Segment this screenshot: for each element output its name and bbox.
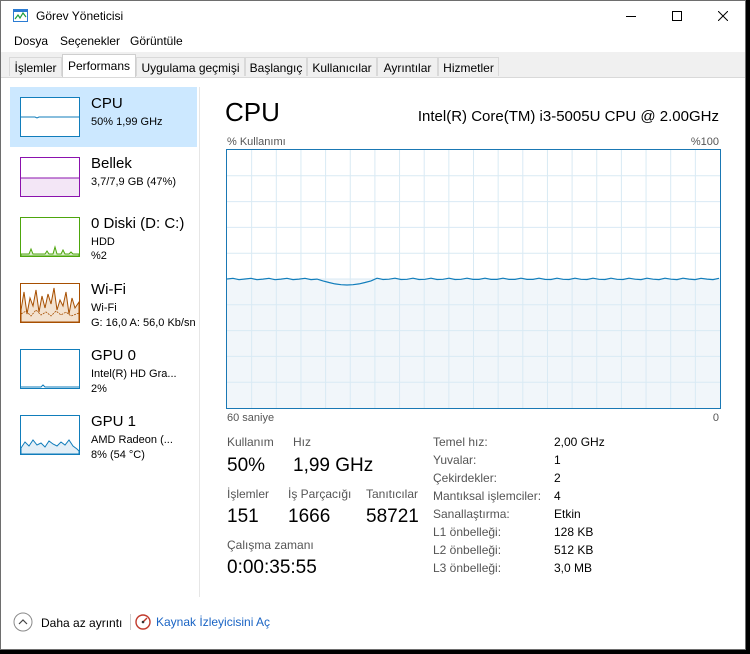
tab-services[interactable]: Hizmetler	[438, 57, 499, 76]
gpu1-thumbnail	[20, 415, 80, 455]
maximize-button[interactable]	[654, 1, 700, 31]
spec-label: Temel hız:	[433, 435, 488, 449]
sidebar-item-detail: Wi-Fi	[91, 302, 117, 314]
spec-value: 4	[554, 489, 561, 503]
spec-value: 1	[554, 453, 561, 467]
sidebar-item-disk[interactable]: 0 Diski (D: C:) HDD %2	[10, 207, 197, 267]
spec-label: Sanallaştırma:	[433, 507, 510, 521]
tab-users[interactable]: Kullanıcılar	[307, 57, 377, 76]
tab-startup[interactable]: Başlangıç	[245, 57, 307, 76]
sidebar-item-cpu[interactable]: CPU 50% 1,99 GHz	[10, 87, 197, 147]
task-manager-window: Görev Yöneticisi Dosya Seçenekler Görünt…	[0, 0, 746, 650]
close-icon	[718, 11, 728, 21]
tab-processes[interactable]: İşlemler	[9, 57, 62, 76]
tab-app-history[interactable]: Uygulama geçmişi	[136, 57, 245, 76]
footer-separator	[130, 614, 131, 630]
sidebar-item-value: 2%	[91, 383, 107, 395]
spec-label: L2 önbelleği:	[433, 543, 502, 557]
cpu-thumbnail	[20, 97, 80, 137]
window-title: Görev Yöneticisi	[36, 9, 124, 23]
footer: Daha az ayrıntı Kaynak İzleyicisini Aç	[1, 599, 745, 649]
cpu-model-name: Intel(R) Core(TM) i3-5005U CPU @ 2.00GHz	[417, 108, 719, 125]
title-bar[interactable]: Görev Yöneticisi	[1, 1, 745, 31]
sidebar-item-title: Bellek	[91, 155, 132, 172]
sidebar-item-detail: 3,7/7,9 GB (47%)	[91, 176, 176, 188]
tab-bar: İşlemler Performans Uygulama geçmişi Baş…	[1, 52, 745, 78]
sidebar-item-detail: 50% 1,99 GHz	[91, 116, 163, 128]
spec-value: 2	[554, 471, 561, 485]
sidebar-item-detail: HDD	[91, 236, 115, 248]
uptime-value: 0:00:35:55	[227, 557, 317, 578]
spec-value: 128 KB	[554, 525, 594, 539]
spec-value: 512 KB	[554, 543, 594, 557]
chevron-up-icon	[13, 612, 33, 632]
sidebar-item-value: 8% (54 °C)	[91, 449, 145, 461]
tab-details[interactable]: Ayrıntılar	[377, 57, 438, 76]
menu-options[interactable]: Seçenekler	[60, 34, 120, 48]
graph-y-max: %100	[690, 136, 719, 148]
sidebar-item-title: CPU	[91, 95, 123, 112]
spec-value: Etkin	[554, 507, 581, 521]
disk-thumbnail	[20, 217, 80, 257]
spec-value: 3,0 MB	[554, 561, 593, 575]
usage-label: Kullanım	[227, 435, 274, 449]
handles-value: 58721	[366, 506, 419, 527]
speed-value: 1,99 GHz	[293, 455, 374, 476]
cpu-usage-graph	[226, 149, 721, 409]
sidebar-item-title: 0 Diski (D: C:)	[91, 215, 185, 232]
memory-thumbnail	[20, 157, 80, 197]
sidebar-item-gpu1[interactable]: GPU 1 AMD Radeon (... 8% (54 °C)	[10, 405, 197, 465]
sidebar-item-wifi[interactable]: Wi-Fi Wi-Fi G: 16,0 A: 56,0 Kb/sn	[10, 273, 197, 333]
menu-view[interactable]: Görüntüle	[130, 34, 183, 48]
spec-label: L3 önbelleği:	[433, 561, 502, 575]
graph-time-now: 0	[712, 412, 719, 424]
sidebar-divider	[199, 87, 200, 597]
sidebar-item-detail: Intel(R) HD Gra...	[91, 368, 177, 380]
sidebar-item-value: %2	[91, 250, 107, 262]
sidebar-item-title: Wi-Fi	[91, 281, 126, 298]
graph-y-label: % Kullanımı	[227, 136, 286, 148]
menu-bar: Dosya Seçenekler Görüntüle	[1, 31, 745, 51]
handles-label: Tanıtıcılar	[366, 487, 419, 501]
uptime-label: Çalışma zamanı	[227, 538, 314, 552]
page-title: CPU	[225, 97, 280, 127]
spec-label: Mantıksal işlemciler:	[433, 489, 542, 503]
maximize-icon	[672, 11, 682, 21]
sidebar-item-memory[interactable]: Bellek 3,7/7,9 GB (47%)	[10, 147, 197, 207]
sidebar-item-title: GPU 0	[91, 347, 137, 364]
sidebar-item-title: GPU 1	[91, 413, 137, 430]
threads-label: İş Parçacığı	[288, 487, 352, 501]
tab-performance[interactable]: Performans	[62, 54, 136, 77]
wifi-thumbnail	[20, 283, 80, 323]
cpu-usage-chart	[226, 150, 720, 408]
spec-value: 2,00 GHz	[554, 435, 605, 449]
spec-label: Yuvalar:	[433, 453, 477, 467]
processes-value: 151	[227, 506, 259, 527]
resource-monitor-icon	[135, 614, 151, 630]
fewer-details-label: Daha az ayrıntı	[41, 616, 123, 630]
close-button[interactable]	[700, 1, 745, 31]
minimize-button[interactable]	[608, 1, 654, 31]
task-manager-icon	[13, 9, 28, 22]
menu-file[interactable]: Dosya	[14, 34, 48, 48]
usage-value: 50%	[227, 455, 266, 476]
graph-time-span: 60 saniye	[227, 412, 275, 424]
speed-label: Hız	[293, 435, 311, 449]
sidebar-item-value: G: 16,0 A: 56,0 Kb/sn	[91, 317, 196, 329]
processes-label: İşlemler	[227, 487, 270, 501]
sidebar-item-gpu0[interactable]: GPU 0 Intel(R) HD Gra... 2%	[10, 339, 197, 399]
gpu0-thumbnail	[20, 349, 80, 389]
minimize-icon	[626, 16, 636, 17]
spec-label: L1 önbelleği:	[433, 525, 502, 539]
sidebar-item-detail: AMD Radeon (...	[91, 434, 173, 446]
spec-label: Çekirdekler:	[433, 471, 498, 485]
threads-value: 1666	[288, 506, 331, 527]
resource-monitor-label: Kaynak İzleyicisini Aç	[156, 615, 271, 629]
